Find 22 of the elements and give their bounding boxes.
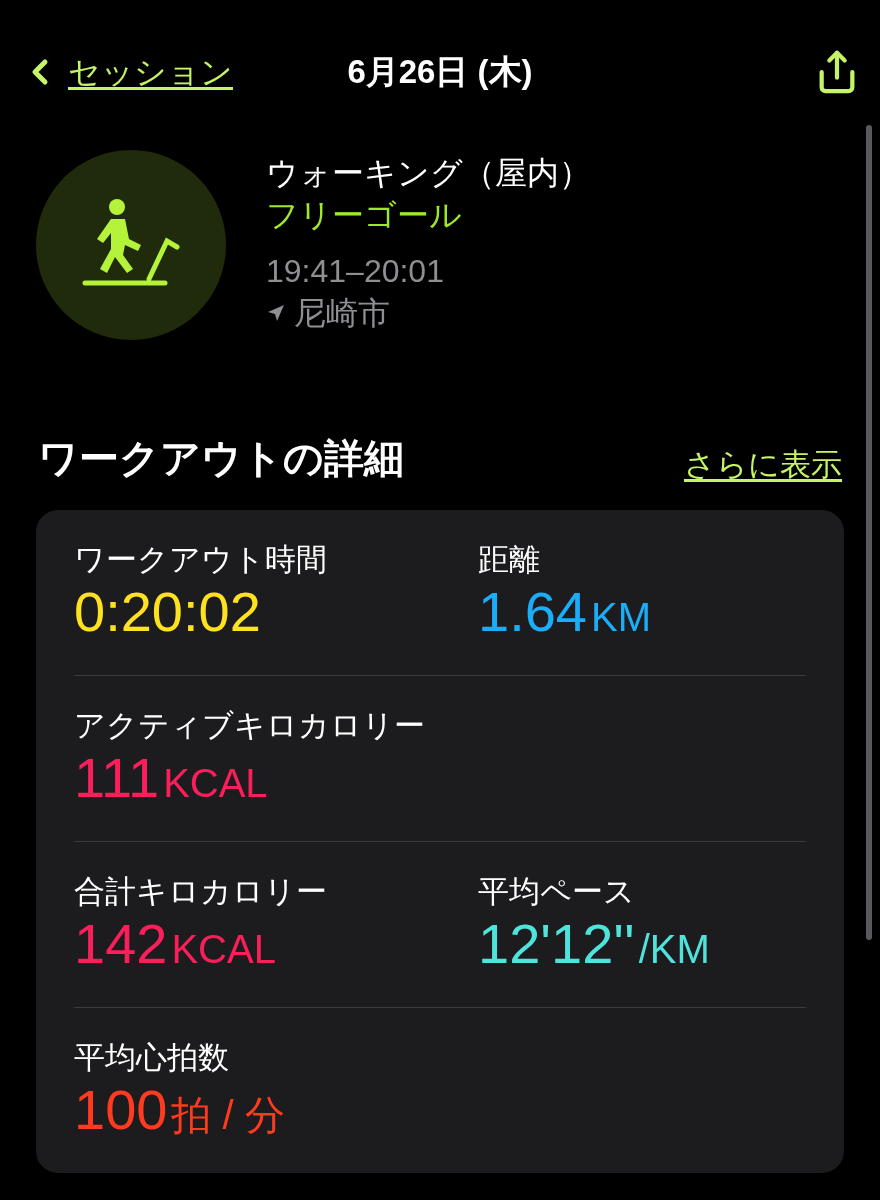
metric-value: 0:20:02 — [74, 580, 262, 644]
metric-label: 距離 — [478, 541, 541, 579]
section-title: ワークアウトの詳細 — [38, 435, 404, 482]
workout-location: 尼崎市 — [294, 294, 390, 333]
workout-name: ウォーキング（屋内） — [266, 154, 591, 193]
scroll-bar[interactable] — [866, 125, 872, 940]
page-title: 6月26日 (木) — [347, 51, 533, 92]
metric-value: 1.64KM — [478, 580, 652, 645]
show-more-link[interactable]: さらに表示 — [684, 441, 842, 488]
workout-time: 19:41–20:01 — [266, 252, 445, 291]
metric-value: 12'12''/KM — [478, 912, 711, 977]
metric-label: 平均ペース — [478, 873, 636, 911]
location-arrow-icon — [266, 303, 286, 323]
metric-value: 142 KCAL — [74, 912, 277, 977]
metric-label: 合計キロカロリー — [74, 873, 328, 911]
metric-label: 平均心拍数 — [74, 1039, 230, 1077]
metric-value: 100拍 / 分 — [74, 1078, 286, 1143]
metric-value: 111 KCAL — [74, 746, 269, 811]
back-link[interactable]: セッション — [68, 47, 233, 96]
workout-goal: フリーゴール — [266, 196, 463, 235]
metric-label: ワークアウト時間 — [74, 541, 328, 579]
metric-label: アクティブキロカロリー — [74, 707, 426, 745]
